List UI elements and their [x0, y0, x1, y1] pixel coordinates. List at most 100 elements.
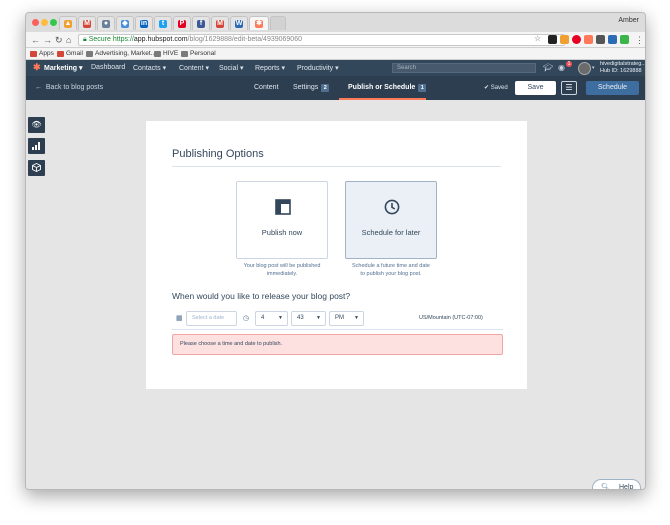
nav-item-content[interactable]: Content ▾: [179, 64, 209, 72]
editor-header: ← Back to blog posts Content Settings 2 P…: [26, 76, 645, 100]
extension-icon[interactable]: [620, 35, 629, 44]
calendar-icon: ▦: [176, 315, 183, 322]
browser-tab[interactable]: in: [135, 16, 153, 30]
analytics-chart-icon[interactable]: [28, 138, 45, 154]
bookmark-label: Apps: [39, 50, 54, 57]
hubspot-search-input[interactable]: Search: [392, 63, 536, 73]
home-icon[interactable]: ⌂: [66, 34, 71, 46]
layout-icon: [275, 199, 291, 215]
menu-kebab-icon[interactable]: ⋮: [635, 34, 644, 46]
url-scheme: https://: [112, 36, 134, 43]
checkmark-icon: ✔: [484, 85, 490, 91]
pinterest-icon: P: [178, 19, 186, 28]
schedule-for-later-option[interactable]: Schedule for later: [345, 181, 437, 259]
divider: [172, 329, 503, 330]
notifications-icon[interactable]: ◉: [558, 63, 565, 72]
publish-now-label: Publish now: [261, 228, 303, 237]
reload-icon[interactable]: ↻: [55, 34, 63, 46]
bookmark-item[interactable]: Personal: [181, 50, 216, 57]
extension-icon[interactable]: [608, 35, 617, 44]
browser-tab[interactable]: ◆: [116, 16, 134, 30]
publish-count-badge: 1: [418, 84, 427, 92]
schedule-button[interactable]: Schedule: [586, 81, 639, 95]
minimize-window-button[interactable]: [41, 19, 48, 26]
pinterest-extension-icon[interactable]: [572, 35, 581, 44]
browser-tab[interactable]: ●: [97, 16, 115, 30]
folder-icon: [181, 50, 188, 57]
browser-tab[interactable]: ▲: [59, 16, 77, 30]
browser-window: ▲ M ● ◆ in t Pf M W ✱ Amber ← → ↻ ⌂ 🔒︎ Secure htt…: [25, 12, 646, 490]
preview-eye-icon[interactable]: 👁︎: [28, 117, 45, 133]
browser-user-name[interactable]: Amber: [618, 17, 639, 24]
forward-arrow-icon[interactable]: →: [43, 34, 52, 46]
twitter-icon: t: [159, 19, 167, 28]
address-bar[interactable]: 🔒︎ Secure https://app.hubspot.com/blog/1…: [78, 34, 565, 46]
am-pm-select[interactable]: PM ▼: [329, 311, 364, 326]
bookmark-item[interactable]: HIVE: [154, 50, 178, 57]
bookmark-star-icon[interactable]: ☆: [534, 34, 541, 43]
url-path: /blog/1629888/edit-beta/4939069060: [187, 36, 302, 43]
tab-publish-or-schedule[interactable]: Publish or Schedule 1: [348, 84, 427, 92]
chevron-down-icon[interactable]: ▾: [592, 65, 595, 71]
timezone-label: US/Mountain (UTC-07:00): [419, 315, 483, 321]
bookmark-label: Gmail: [66, 50, 83, 57]
cube-icon[interactable]: [28, 160, 45, 176]
bookmark-item[interactable]: Gmail: [57, 50, 83, 57]
bookmark-item[interactable]: Apps: [30, 50, 54, 57]
browser-tab[interactable]: W: [230, 16, 248, 30]
tab-settings[interactable]: Settings 2: [293, 84, 330, 92]
tab-content[interactable]: Content: [254, 84, 279, 91]
nav-item-productivity[interactable]: Productivity ▾: [297, 64, 339, 72]
folder-icon: [86, 50, 93, 57]
nav-product-switcher[interactable]: Marketing ▾: [44, 64, 83, 72]
browser-tab[interactable]: P: [173, 16, 191, 30]
account-info[interactable]: hivedigitalstrateg... Hub ID: 1629888: [600, 61, 645, 75]
nav-item-dashboard[interactable]: Dashboard: [91, 64, 125, 71]
url-host: app.hubspot.com: [133, 36, 188, 43]
bookmark-item[interactable]: Advertising, Market...: [86, 50, 156, 57]
hub-id: Hub ID: 1629888: [600, 68, 642, 74]
extension-icon[interactable]: [560, 35, 569, 44]
academy-icon[interactable]: 🎓︎: [543, 63, 553, 72]
pocket-extension-icon[interactable]: [596, 35, 605, 44]
browser-tab[interactable]: f: [192, 16, 210, 30]
gmail-icon: [57, 50, 64, 57]
browser-tabs: ▲ M ● ◆ in t Pf M W ✱: [59, 16, 287, 30]
list-menu-icon[interactable]: ☰: [561, 81, 577, 95]
chevron-down-icon: ▼: [278, 315, 283, 321]
close-window-button[interactable]: [32, 19, 39, 26]
extension-icon[interactable]: [548, 35, 557, 44]
back-to-blog-posts-link[interactable]: ← Back to blog posts: [35, 84, 103, 91]
clock-icon: ◷: [243, 315, 250, 322]
back-arrow-icon[interactable]: ←: [31, 34, 40, 46]
help-button[interactable]: 🔍︎ Help: [592, 479, 641, 489]
browser-tab[interactable]: ✱: [249, 16, 269, 30]
avatar[interactable]: [578, 62, 591, 75]
settings-count-badge: 2: [321, 84, 330, 92]
date-input[interactable]: Select a date: [186, 311, 237, 326]
browser-toolbar: ← → ↻ ⌂ 🔒︎ Secure https://app.hubspot.co…: [26, 32, 645, 48]
gmail-icon: M: [216, 19, 224, 28]
clock-icon: [384, 199, 400, 215]
nav-item-reports[interactable]: Reports ▾: [255, 64, 285, 72]
bookmark-label: Personal: [190, 50, 216, 57]
hubspot-nav: ✱ Marketing ▾ Dashboard Contacts ▾ Conte…: [26, 60, 645, 76]
maximize-window-button[interactable]: [50, 19, 57, 26]
minute-select[interactable]: 43 ▼: [291, 311, 326, 326]
apps-grid-icon: [30, 50, 37, 57]
nav-item-contacts[interactable]: Contacts ▾: [133, 64, 166, 72]
browser-tab[interactable]: t: [154, 16, 172, 30]
bookmark-label: HIVE: [163, 50, 179, 57]
hour-select[interactable]: 4 ▼: [255, 311, 288, 326]
hubspot-logo-icon[interactable]: ✱: [33, 63, 42, 72]
chevron-down-icon: ▼: [354, 315, 359, 321]
new-tab-button[interactable]: [270, 16, 286, 30]
back-arrow-icon: ←: [35, 84, 42, 91]
publish-now-option[interactable]: Publish now: [236, 181, 328, 259]
facebook-icon: f: [197, 19, 205, 28]
browser-tab[interactable]: M: [211, 16, 229, 30]
hubspot-extension-icon[interactable]: [584, 35, 593, 44]
browser-tab[interactable]: M: [78, 16, 96, 30]
save-button[interactable]: Save: [515, 81, 556, 95]
nav-item-social[interactable]: Social ▾: [219, 64, 244, 72]
